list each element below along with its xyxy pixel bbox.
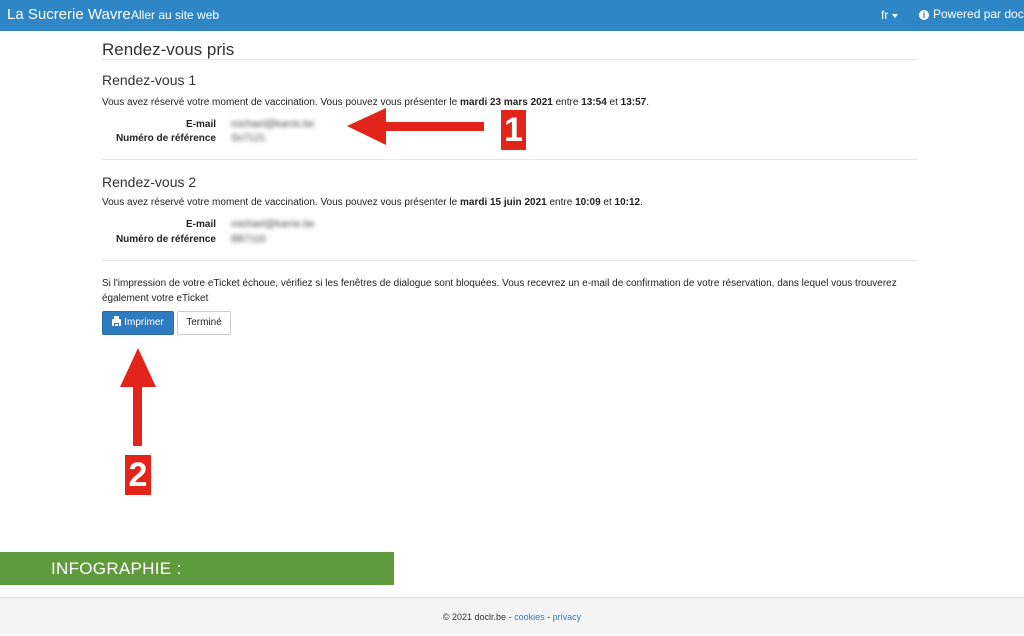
privacy-link[interactable]: privacy [553,612,582,622]
footer-separator: - [544,612,553,622]
infographic-banner: INFOGRAPHIE : WWW.JHABITEACHASTRE.BE [0,552,394,611]
arrow-2-shaft [133,378,142,446]
cookies-link[interactable]: cookies [514,612,545,622]
footer: © 2021 doclr.be - cookies - privacy [0,597,1024,635]
annotation-badge-1: 1 [501,110,526,150]
annotation-badge-2: 2 [125,455,151,495]
arrow-2-head [120,348,156,387]
footer-copyright: © 2021 doclr.be - [442,612,515,622]
arrow-1-shaft [378,122,484,131]
arrow-1-head [347,108,386,145]
annotation-arrows [120,108,484,446]
